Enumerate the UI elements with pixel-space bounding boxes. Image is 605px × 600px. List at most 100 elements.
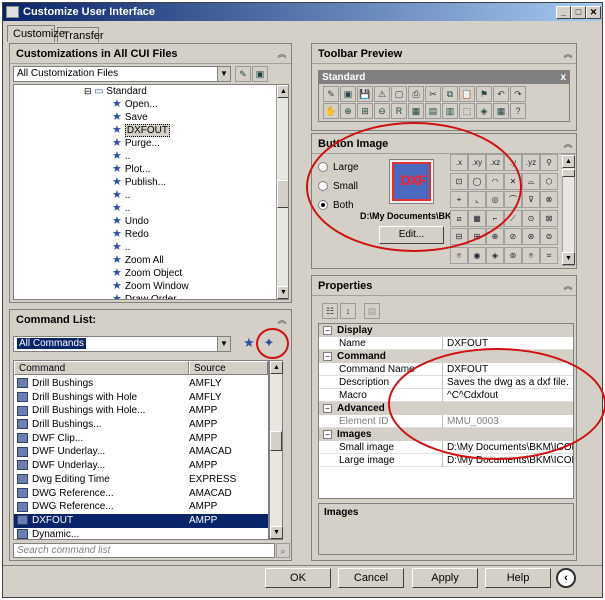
open-icon[interactable]: ▣ — [340, 86, 356, 102]
tree-item[interactable]: ★ Zoom Object — [14, 267, 276, 280]
customization-file-combo[interactable]: All Customization Files ▼ — [13, 66, 231, 82]
undo-icon[interactable]: ↶ — [493, 86, 509, 102]
pan-icon[interactable]: ✋ — [323, 103, 339, 119]
col-command-header[interactable]: Command — [14, 361, 189, 375]
image-grid-cell[interactable]: ⊽ — [522, 191, 540, 208]
chevron-down-icon[interactable]: ▼ — [217, 67, 230, 81]
scroll-down-icon[interactable]: ▼ — [562, 252, 575, 265]
command-row[interactable]: Drill Bushings with Hole AMFLY — [14, 391, 268, 405]
markup-icon[interactable]: ◈ — [476, 103, 492, 119]
tree-item[interactable]: ★ Open... — [14, 98, 276, 111]
search-command-input[interactable]: Search command list — [13, 543, 275, 558]
tree-item[interactable]: ★ Draw Order — [14, 293, 276, 299]
zoom-realtime-icon[interactable]: ⊕ — [340, 103, 356, 119]
scroll-down-icon[interactable]: ▼ — [277, 286, 288, 299]
new-command-icon[interactable]: ★ — [241, 336, 257, 352]
save-cui-icon[interactable]: ▣ — [252, 66, 268, 82]
tree-item[interactable]: ★ Purge... — [14, 137, 276, 150]
expand-icon[interactable]: ⊟ — [84, 86, 94, 96]
image-grid-cell[interactable]: ⊚ — [504, 246, 522, 264]
copy-icon[interactable]: ⧉ — [442, 86, 458, 102]
apply-button[interactable]: Apply — [412, 568, 478, 588]
chevron-down-icon[interactable]: ▼ — [217, 337, 230, 351]
command-row[interactable]: DWF Clip... AMPP — [14, 432, 268, 446]
command-row[interactable]: Drill Bushings AMFLY — [14, 377, 268, 391]
open-cui-icon[interactable]: ✎ — [235, 66, 251, 82]
search-icon[interactable]: ⌕ — [276, 543, 290, 558]
scroll-down-icon[interactable]: ▼ — [270, 526, 283, 539]
image-grid-cell[interactable]: .yz — [522, 154, 540, 171]
image-grid-cell[interactable]: ⌾ — [450, 246, 468, 264]
redo-icon[interactable]: ↷ — [510, 86, 526, 102]
tree-item[interactable]: ★ Redo — [14, 228, 276, 241]
zoom-prev-icon[interactable]: ⊖ — [374, 103, 390, 119]
toolbar-close-icon[interactable]: x — [560, 71, 566, 84]
command-row[interactable]: Dynamic... — [14, 528, 268, 539]
command-row[interactable]: DWF Underlay... AMPP — [14, 459, 268, 473]
categorized-icon[interactable]: ☷ — [322, 303, 338, 319]
help-icon[interactable]: ? — [510, 103, 526, 119]
image-grid-cell[interactable]: ⊘ — [504, 228, 522, 245]
collapse-toggle-icon[interactable]: − — [323, 326, 332, 335]
alphabetical-icon[interactable]: ↕ — [340, 303, 356, 319]
cancel-button[interactable]: Cancel — [338, 568, 404, 588]
tree-scrollbar[interactable]: ▲ ▼ — [276, 85, 288, 299]
image-grid-cell[interactable]: ⊛ — [522, 228, 540, 245]
command-row[interactable]: DWG Reference... AMPP — [14, 500, 268, 514]
scroll-thumb[interactable] — [562, 169, 575, 177]
tree-item[interactable]: ★ Publish... — [14, 176, 276, 189]
command-row[interactable]: Dwg Editing Time EXPRESS — [14, 473, 268, 487]
zoom-window-icon[interactable]: ⊞ — [357, 103, 373, 119]
property-category[interactable]: − Display — [319, 324, 573, 337]
tree-node-standard[interactable]: ⊟ ▭ Standard — [14, 85, 276, 98]
properties-icon[interactable]: ▤ — [425, 103, 441, 119]
sheetset-icon[interactable]: ▦ — [408, 103, 424, 119]
tree-item[interactable]: ★ Plot... — [14, 163, 276, 176]
collapse-icon[interactable]: ︽ — [562, 138, 574, 150]
matchprop-icon[interactable]: ⚑ — [476, 86, 492, 102]
command-row[interactable]: Drill Bushings with Hole... AMPP — [14, 404, 268, 418]
scroll-up-icon[interactable]: ▲ — [270, 361, 283, 374]
collapse-toggle-icon[interactable]: − — [323, 404, 332, 413]
close-button[interactable]: ✕ — [586, 6, 601, 19]
tree-item[interactable]: ★ Zoom Window — [14, 280, 276, 293]
toolpalette-icon[interactable]: ⬚ — [459, 103, 475, 119]
image-grid-cell[interactable]: ◉ — [468, 246, 486, 264]
image-grid-cell[interactable]: ⊗ — [540, 191, 558, 208]
image-grid-cell[interactable]: ◈ — [486, 246, 504, 264]
regen-icon[interactable]: R — [391, 103, 407, 119]
image-grid-cell[interactable]: ⌓ — [522, 172, 540, 190]
command-row[interactable]: DWG Reference... AMACAD — [14, 487, 268, 501]
collapse-icon[interactable]: ︽ — [276, 314, 288, 326]
new-icon[interactable]: ✎ — [323, 86, 339, 102]
designcenter-icon[interactable]: ▥ — [442, 103, 458, 119]
tree-item[interactable]: ★.. — [14, 189, 276, 202]
tree-item[interactable]: ★ Undo — [14, 215, 276, 228]
calc-icon[interactable]: ▦ — [493, 103, 509, 119]
collapse-toggle-icon[interactable]: − — [323, 352, 332, 361]
command-scrollbar[interactable]: ▲ ▼ — [269, 360, 283, 540]
scroll-thumb[interactable] — [270, 431, 282, 451]
property-row[interactable]: Name DXFOUT — [319, 337, 573, 350]
image-scrollbar[interactable]: ▲ ▼ — [562, 154, 575, 266]
image-grid-cell[interactable]: ⊠ — [540, 209, 558, 227]
scroll-thumb[interactable] — [277, 180, 288, 208]
image-grid-cell[interactable]: ⍟ — [522, 246, 540, 264]
command-filter-combo[interactable]: All Commands ▼ — [13, 336, 231, 352]
publish-icon[interactable]: ⎙ — [408, 86, 424, 102]
help-button[interactable]: Help — [485, 568, 551, 588]
tree-item[interactable]: ★.. — [14, 202, 276, 215]
collapse-toggle-icon[interactable]: − — [323, 430, 332, 439]
tree-item[interactable]: ★ Save — [14, 111, 276, 124]
scroll-up-icon[interactable]: ▲ — [562, 155, 575, 168]
command-row[interactable]: DXFOUT AMPP — [14, 513, 268, 528]
save-icon[interactable]: 💾 — [357, 86, 373, 102]
image-grid-cell[interactable]: ⊙ — [522, 209, 540, 227]
paste-icon[interactable]: 📋 — [459, 86, 475, 102]
image-grid-cell[interactable]: ⬡ — [540, 172, 558, 190]
command-row[interactable]: DWF Underlay... AMACAD — [14, 445, 268, 459]
preview-icon[interactable]: ▢ — [391, 86, 407, 102]
ok-button[interactable]: OK — [265, 568, 331, 588]
cut-icon[interactable]: ✂ — [425, 86, 441, 102]
tree-item[interactable]: ★.. — [14, 241, 276, 254]
